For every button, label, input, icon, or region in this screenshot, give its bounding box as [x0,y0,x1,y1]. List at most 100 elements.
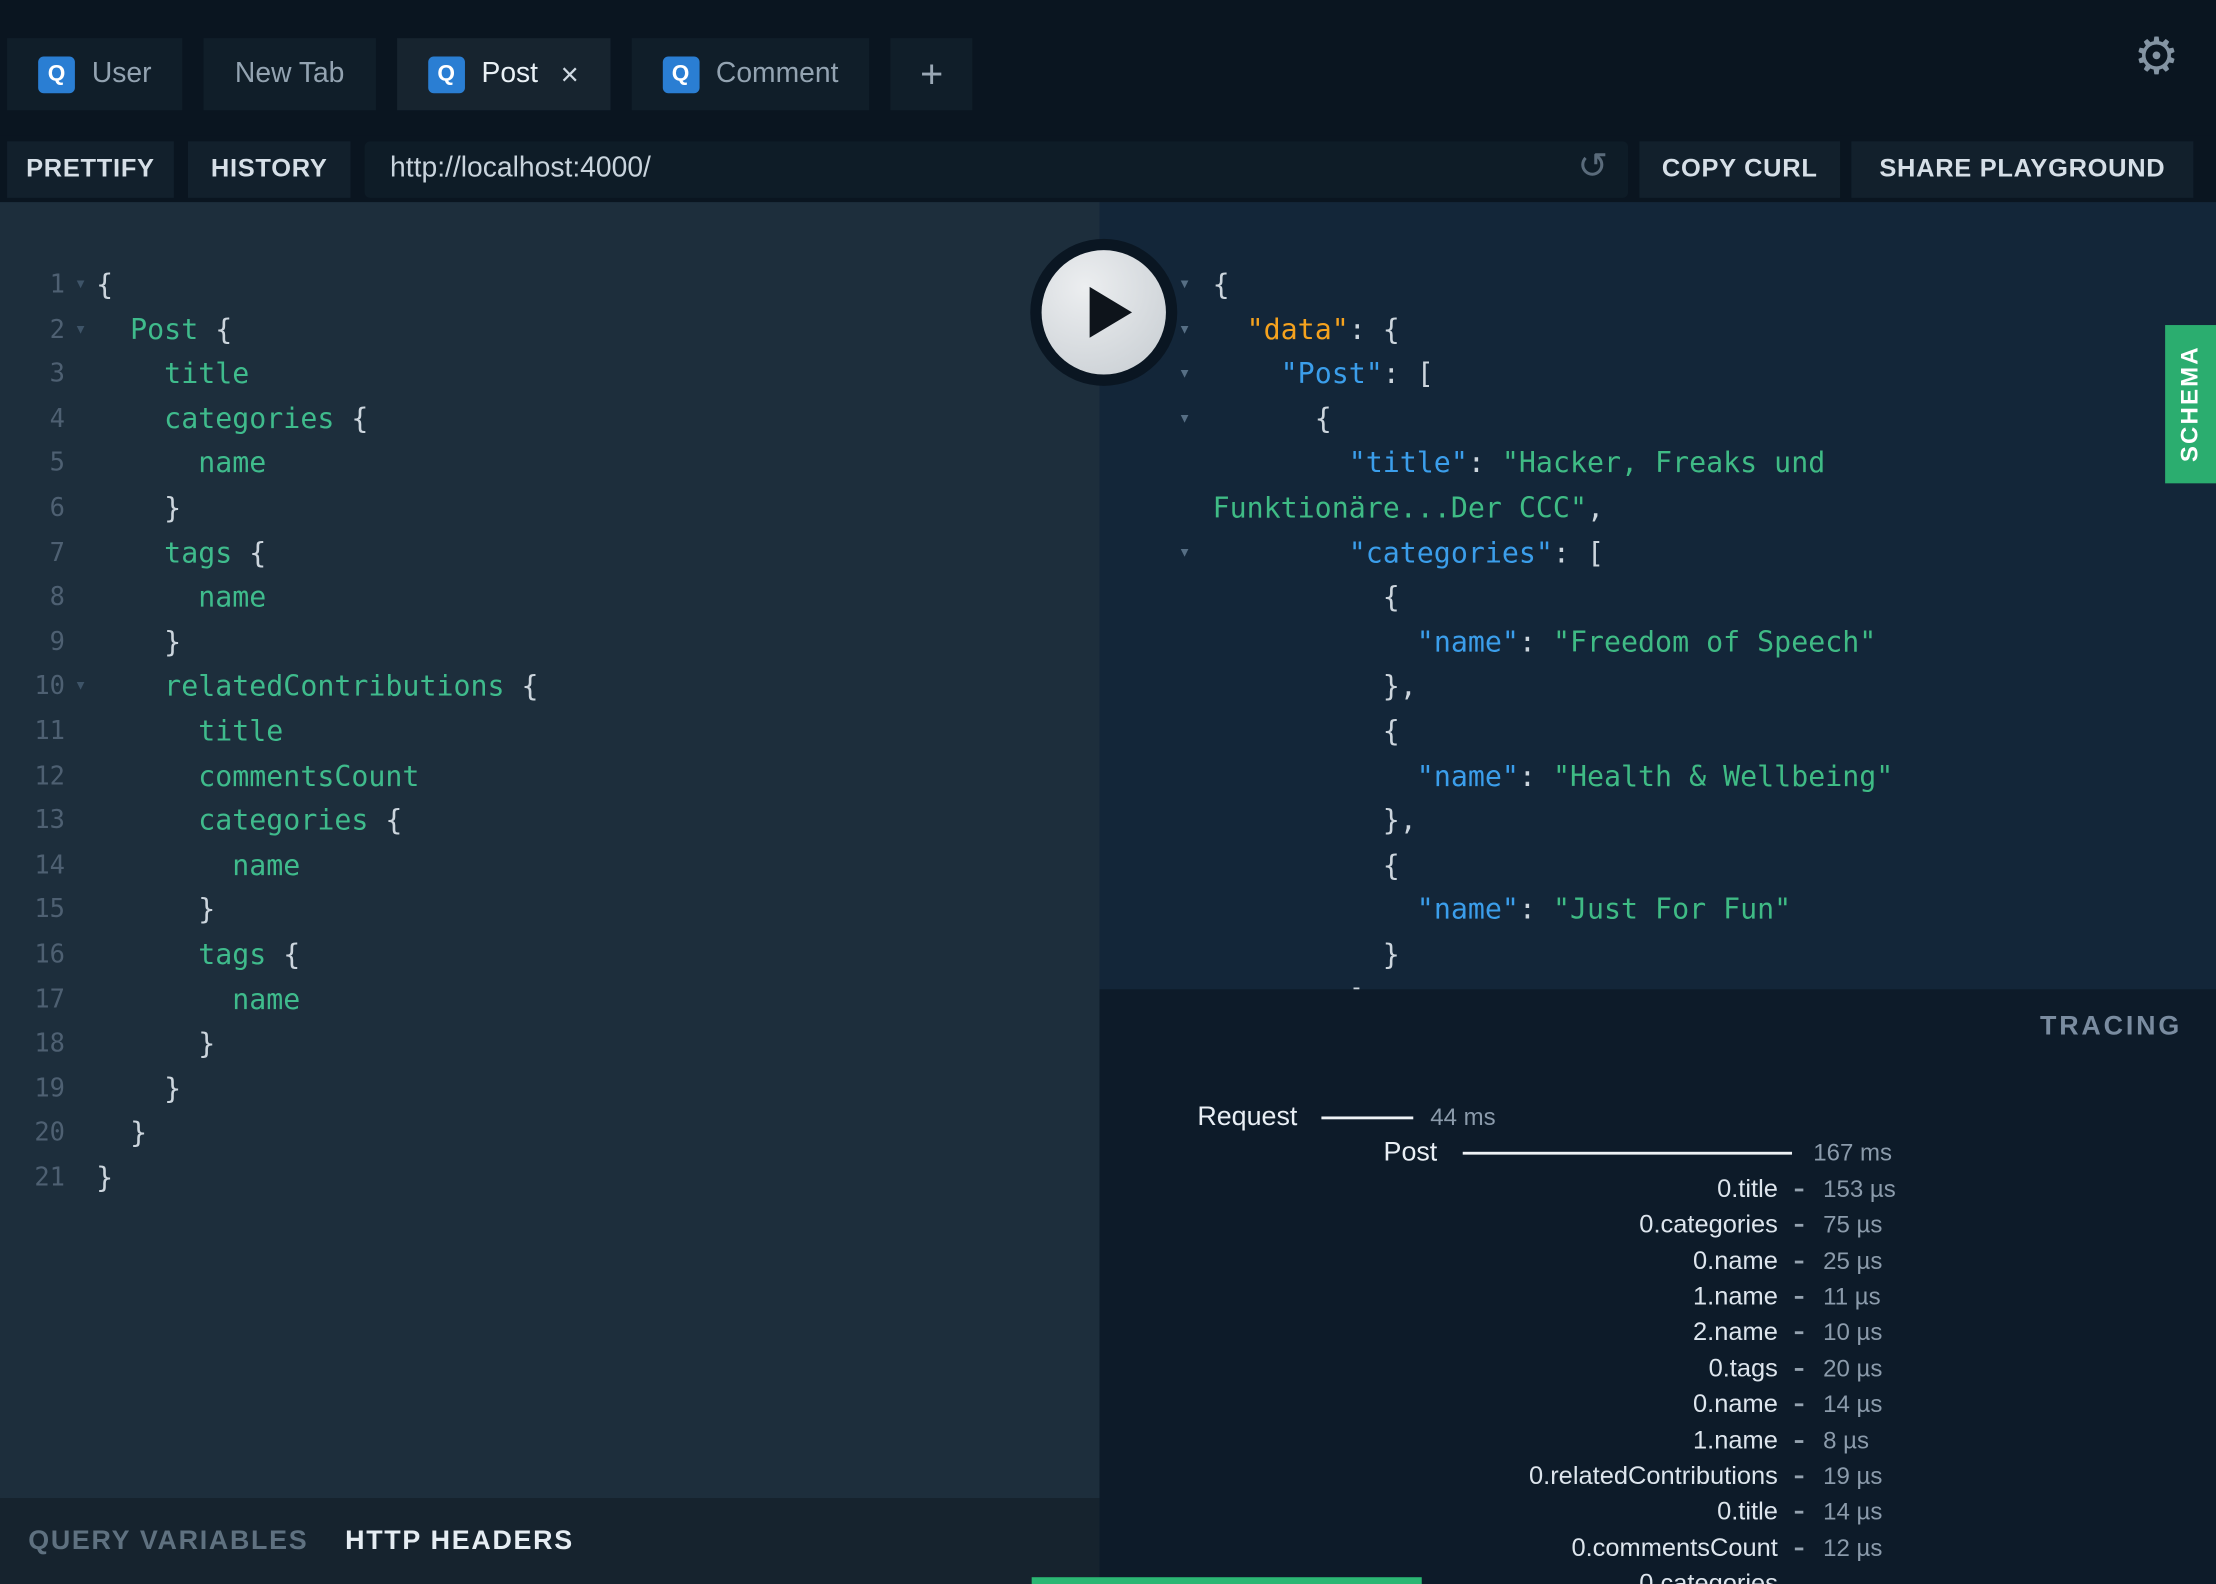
tracing-label: 0.relatedContributions [1528,1461,1778,1490]
tracing-title: TRACING [2039,1011,2183,1042]
tab-new-tab[interactable]: New Tab [203,38,376,111]
toolbar: PRETTIFY HISTORY http://localhost:4000/ … [0,135,2216,203]
tracing-row: 0.categories 75 µs [1100,1207,2216,1243]
editor-line: 6 } [0,486,1100,531]
editor-line: 7 tags { [0,531,1100,576]
response-line: "name": "Freedom of Speech" [1416,624,1877,659]
tracing-value: 14 µs [1823,1390,1883,1418]
response-line: ▾ { [1100,397,2216,442]
line-number: 18 [34,1028,66,1059]
tab-bar: Q User New Tab Q Post × Q Comment [7,38,870,111]
reset-endpoint-icon[interactable]: ↺ [1577,146,1608,183]
fold-arrow-icon[interactable]: ▾ [65,665,96,710]
tracing-panel: TRACING Request 44 ms Post 167 ms 0.title 153… [1099,989,2216,1584]
tracing-bar [1794,1403,1804,1407]
query-editor[interactable]: 1 ▾{2 ▾ Post {3 title 4 categories {5 name 6… [0,202,1100,1498]
prettify-button[interactable]: PRETTIFY [7,140,174,198]
tracing-value: 8 µs [1823,1426,1870,1454]
execute-button[interactable] [1030,238,1178,386]
tracing-bar [1794,1331,1804,1335]
line-number: 9 [49,627,66,657]
tracing-bar [1321,1116,1414,1120]
fold-arrow-icon[interactable]: ▾ [1179,397,1191,442]
tracing-value: 11 µs [1823,1283,1881,1311]
tracing-label: 0.categories [1639,1209,1778,1239]
tracing-value: 75 µs [1823,1211,1883,1239]
line-number: 12 [34,761,66,791]
fold-arrow-icon[interactable]: ▾ [65,263,96,308]
response-line: ▾ "categories": [ [1100,531,2216,576]
play-icon [1089,286,1133,338]
editor-line: 10 ▾ relatedContributions { [0,665,1100,710]
tab-post[interactable]: Q Post × [396,38,610,111]
tracing-row: 1.name 11 µs [1100,1279,2216,1315]
tracing-value: 153 µs [1823,1175,1896,1203]
line-number: 21 [34,1162,66,1193]
share-playground-button[interactable]: SHARE PLAYGROUND [1851,140,2194,198]
response-line: { [1382,579,1400,614]
query-variables-tab[interactable]: QUERY VARIABLES [28,1526,308,1557]
tracing-bar [1794,1547,1804,1550]
tracing-bar [1794,1475,1804,1479]
history-button[interactable]: HISTORY [187,140,351,198]
editor-line: 14 name [0,843,1100,888]
schema-tab[interactable]: SCHEMA [2165,325,2216,484]
tab-label: Comment [715,57,839,90]
main-area: 1 ▾{2 ▾ Post {3 title 4 categories {5 name 6… [0,202,2216,1584]
editor-line: 9 } [0,620,1100,665]
tracing-label: 0.name [1693,1245,1778,1275]
fold-arrow-icon[interactable]: ▾ [1179,263,1191,308]
tab-comment[interactable]: Q Comment [631,38,870,111]
settings-gear-icon[interactable]: ⚙ [2134,30,2180,82]
response-line: { [1382,847,1400,882]
http-headers-tab[interactable]: HTTP HEADERS [345,1526,574,1557]
editor-line: 1 ▾{ [0,263,1100,308]
fold-arrow-icon[interactable]: ▾ [1179,531,1191,576]
close-tab-icon[interactable]: × [561,58,579,90]
line-number: 16 [34,939,66,970]
editor-line: 21} [0,1156,1100,1201]
topbar: Q User New Tab Q Post × Q Comment + ⚙ [0,0,2216,136]
tracing-value: 12 µs [1823,1534,1883,1562]
tracing-label: 0.commentsCount [1571,1532,1778,1562]
tracing-label: 0.tags [1708,1353,1778,1382]
tracing-row: 0.name 14 µs [1100,1387,2216,1423]
endpoint-input[interactable]: http://localhost:4000/ ↺ [364,140,1629,198]
response-line: } [1382,936,1400,971]
fold-arrow-icon[interactable]: ▾ [1179,308,1191,353]
line-number: 11 [34,716,66,747]
new-tab-button[interactable]: + [890,38,973,111]
query-badge: Q [38,55,75,93]
tracing-row: 0.relatedContributions 19 µs [1100,1458,2216,1494]
fold-arrow-icon[interactable]: ▾ [65,308,96,353]
editor-line: 16 tags { [0,933,1100,978]
editor-line: 3 title [0,352,1100,397]
tracing-row: 0.commentsCount 12 µs [1100,1530,2216,1566]
line-number: 19 [34,1073,66,1104]
tracing-row: Post 167 ms [1100,1135,2216,1171]
tracing-row: 0.name 25 µs [1100,1243,2216,1279]
fold-arrow-icon[interactable]: ▾ [1179,352,1191,397]
line-number: 2 [49,314,66,345]
endpoint-url: http://localhost:4000/ [390,152,651,184]
editor-line: 8 name [0,575,1100,620]
tracing-bar [1462,1152,1793,1156]
copy-curl-button[interactable]: COPY CURL [1639,140,1841,198]
tab-label: New Tab [234,57,345,90]
tracing-value: 167 ms [1813,1139,1893,1167]
tab-user[interactable]: Q User [7,38,183,111]
line-number: 14 [34,850,66,881]
tracing-bar [1794,1511,1804,1515]
